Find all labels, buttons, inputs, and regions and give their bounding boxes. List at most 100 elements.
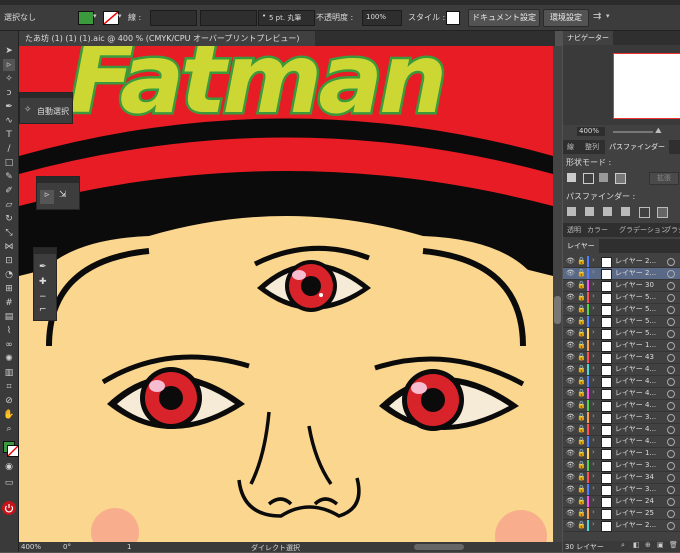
stroke-color-swatch[interactable] [103, 11, 119, 25]
style-swatch[interactable] [446, 11, 460, 25]
expand-arrow-icon[interactable]: › [592, 280, 595, 288]
layer-name[interactable]: レイヤー 5... [615, 316, 656, 327]
layer-row[interactable]: 👁 🔒 › レイヤー 5... [563, 328, 680, 340]
drawing-mode-icon[interactable]: ◉ [3, 461, 15, 473]
layer-row[interactable]: 👁 🔒 › レイヤー 2... [563, 256, 680, 268]
target-circle-icon[interactable] [667, 498, 675, 506]
hand-tool-icon[interactable]: ✋ [3, 409, 15, 421]
visibility-eye-icon[interactable]: 👁 [566, 449, 575, 457]
layer-name[interactable]: レイヤー 3... [615, 412, 656, 423]
paintbrush-tool-icon[interactable]: ✎ [3, 171, 15, 183]
navigator-zoom-slider[interactable] [613, 131, 653, 133]
expand-arrow-icon[interactable]: › [592, 472, 595, 480]
lock-toggle-icon[interactable]: 🔒 [577, 365, 586, 373]
status-zoom[interactable]: 400% [21, 543, 41, 551]
lock-toggle-icon[interactable]: 🔒 [577, 293, 586, 301]
curvature-tool-icon[interactable]: ∿ [3, 115, 15, 127]
lasso-tool-icon[interactable]: ↄ [3, 87, 15, 99]
visibility-eye-icon[interactable]: 👁 [566, 281, 575, 289]
expand-arrow-icon[interactable]: › [592, 388, 595, 396]
target-circle-icon[interactable] [667, 522, 675, 530]
new-layer-icon[interactable]: ▣ [657, 541, 664, 549]
lock-toggle-icon[interactable]: 🔒 [577, 449, 586, 457]
zoom-tool-icon[interactable]: ⌕ [3, 423, 15, 435]
expand-arrow-icon[interactable]: › [592, 496, 595, 504]
expand-button[interactable]: 拡張 [649, 172, 679, 185]
visibility-eye-icon[interactable]: 👁 [566, 293, 575, 301]
expand-arrow-icon[interactable]: › [592, 436, 595, 444]
layer-name[interactable]: レイヤー 1... [615, 448, 656, 459]
expand-arrow-icon[interactable]: › [592, 340, 595, 348]
navigator-view-box[interactable] [613, 53, 680, 119]
panel-grip[interactable] [20, 93, 72, 98]
visibility-eye-icon[interactable]: 👁 [566, 413, 575, 421]
layer-name[interactable]: レイヤー 1... [615, 340, 656, 351]
visibility-eye-icon[interactable]: 👁 [566, 329, 575, 337]
lock-toggle-icon[interactable]: 🔒 [577, 401, 586, 409]
arrange-dropdown-icon[interactable]: ▾ [606, 12, 610, 20]
layer-row[interactable]: 👁 🔒 › レイヤー 1... [563, 340, 680, 352]
layer-row[interactable]: 👁 🔒 › レイヤー 3... [563, 412, 680, 424]
lock-toggle-icon[interactable]: 🔒 [577, 257, 586, 265]
visibility-eye-icon[interactable]: 👁 [566, 317, 575, 325]
expand-arrow-icon[interactable]: › [592, 304, 595, 312]
divide-icon[interactable] [567, 207, 576, 216]
target-circle-icon[interactable] [667, 282, 675, 290]
locate-object-icon[interactable]: ⌕ [621, 541, 625, 550]
tab-layers[interactable]: レイヤー [563, 239, 599, 253]
layer-name[interactable]: レイヤー 4... [615, 400, 656, 411]
visibility-eye-icon[interactable]: 👁 [566, 389, 575, 397]
layer-row[interactable]: 👁 🔒 › レイヤー 4... [563, 364, 680, 376]
panel-grip[interactable] [34, 248, 56, 254]
layer-name[interactable]: レイヤー 5... [615, 292, 656, 303]
layer-row[interactable]: 👁 🔒 › レイヤー 5... [563, 316, 680, 328]
visibility-eye-icon[interactable]: 👁 [566, 365, 575, 373]
expand-arrow-icon[interactable]: › [592, 460, 595, 468]
exclude-icon[interactable] [615, 173, 626, 184]
rectangle-tool-icon[interactable]: □ [3, 157, 15, 169]
target-circle-icon[interactable] [667, 474, 675, 482]
target-circle-icon[interactable] [667, 306, 675, 314]
stroke-swatch[interactable] [7, 445, 19, 457]
canvas-vertical-scrollbar[interactable] [553, 46, 562, 542]
layer-name[interactable]: レイヤー 30 [615, 280, 654, 291]
target-circle-icon[interactable] [667, 318, 675, 326]
layer-name[interactable]: レイヤー 2... [615, 268, 656, 279]
target-circle-icon[interactable] [667, 426, 675, 434]
expand-arrow-icon[interactable]: › [592, 316, 595, 324]
layer-row[interactable]: 👁 🔒 › レイヤー 4... [563, 436, 680, 448]
expand-arrow-icon[interactable]: › [592, 448, 595, 456]
minus-front-icon[interactable] [583, 173, 594, 184]
navigator-zoom-input[interactable]: 400% [577, 127, 605, 136]
visibility-eye-icon[interactable]: 👁 [566, 377, 575, 385]
visibility-eye-icon[interactable]: 👁 [566, 509, 575, 517]
lock-toggle-icon[interactable]: 🔒 [577, 461, 586, 469]
layer-name[interactable]: レイヤー 5... [615, 304, 656, 315]
target-circle-icon[interactable] [667, 390, 675, 398]
intersect-icon[interactable] [599, 173, 608, 182]
tab-color[interactable]: カラー [583, 223, 612, 237]
tab-pathfinder[interactable]: パスファインダー [605, 140, 669, 154]
navigator-preview-area[interactable] [563, 45, 680, 125]
visibility-eye-icon[interactable]: 👁 [566, 461, 575, 469]
lock-toggle-icon[interactable]: 🔒 [577, 377, 586, 385]
outline-icon[interactable] [639, 207, 650, 218]
pen-icon[interactable]: ✒ [39, 262, 47, 272]
lock-toggle-icon[interactable]: 🔒 [577, 389, 586, 397]
expand-arrow-icon[interactable]: › [592, 256, 595, 264]
target-circle-icon[interactable] [667, 270, 675, 278]
crop-icon[interactable] [621, 207, 630, 216]
layer-name[interactable]: レイヤー 25 [615, 508, 654, 519]
lock-toggle-icon[interactable]: 🔒 [577, 425, 586, 433]
magic-wand-icon[interactable]: ✧ [24, 105, 32, 115]
direct-selection-icon[interactable]: ▹ [40, 190, 54, 204]
document-setup-button[interactable]: ドキュメント設定 [468, 9, 540, 27]
lock-toggle-icon[interactable]: 🔒 [577, 497, 586, 505]
screen-mode-icon[interactable]: ▭ [3, 477, 15, 489]
artboard-tool-icon[interactable]: ⌗ [3, 381, 15, 393]
layer-name[interactable]: レイヤー 2... [615, 520, 656, 531]
layer-name[interactable]: レイヤー 3... [615, 460, 656, 471]
layer-row[interactable]: 👁 🔒 › レイヤー 4... [563, 424, 680, 436]
delete-anchor-point-icon[interactable]: − [39, 292, 47, 302]
target-circle-icon[interactable] [667, 414, 675, 422]
